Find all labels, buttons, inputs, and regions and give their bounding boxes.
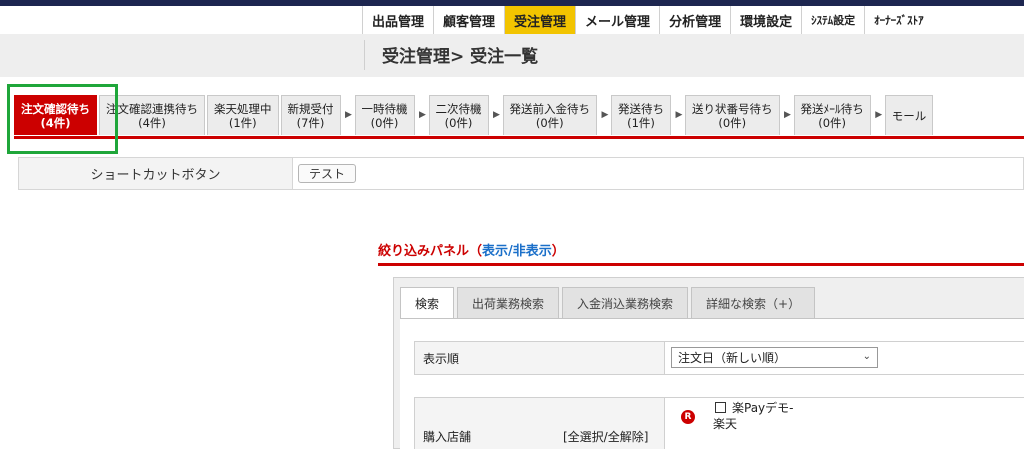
page-title: 受注管理> 受注一覧: [382, 47, 539, 67]
arrow-right-icon: ▶: [875, 110, 883, 120]
nav-item-owners-store[interactable]: ｵｰﾅｰｽﾞｽﾄｱ: [864, 6, 933, 34]
sort-select[interactable]: 注文日（新しい順） ⌄: [671, 347, 878, 368]
rakuten-badge-icon: R: [681, 410, 695, 424]
tab-label: 発送ﾒｰﾙ待ち: [800, 101, 864, 116]
tab-count: (0件): [818, 115, 847, 130]
arrow-right-icon: ▶: [345, 110, 352, 120]
nav-item-customers[interactable]: 顧客管理: [433, 6, 505, 34]
tab-tracking-number-waiting[interactable]: 送り状番号待ち (0件): [685, 95, 780, 135]
tab-payment-search[interactable]: 入金消込業務検索: [562, 287, 689, 318]
tab-search[interactable]: 検索: [400, 287, 455, 318]
filter-underline: [378, 263, 1024, 266]
tab-label: 二次待機: [435, 101, 482, 116]
sort-selected-value: 注文日（新しい順）: [678, 351, 787, 365]
store-name-line2: 楽天: [713, 417, 738, 431]
nav-item-system[interactable]: ｼｽﾃﾑ設定: [801, 6, 865, 34]
store-row: 購入店舗 [全選択/全解除] R 楽Payデモ- 楽天: [414, 397, 1024, 449]
tab-temp-hold[interactable]: 一時待機 (0件): [354, 95, 415, 135]
store-label-cell: 購入店舗 [全選択/全解除]: [415, 398, 665, 449]
tab-label: 発送待ち: [618, 101, 664, 116]
tab-count: (0件): [718, 115, 747, 130]
tab-prepayment-waiting[interactable]: 発送前入金待ち (0件): [502, 95, 597, 135]
nav-item-analytics[interactable]: 分析管理: [659, 6, 731, 34]
tab-count: (7件): [296, 115, 325, 130]
tab-count: (4件): [138, 115, 166, 130]
tab-shipping-mail-waiting[interactable]: 発送ﾒｰﾙ待ち (0件): [793, 95, 871, 135]
arrow-right-icon: ▶: [493, 110, 500, 120]
shortcut-row: ショートカットボタン テスト: [18, 157, 1024, 190]
tabs-underline: [14, 136, 1024, 139]
arrow-right-icon: ▶: [419, 110, 426, 120]
tab-count: (1件): [228, 115, 257, 130]
tab-shipping-waiting[interactable]: 発送待ち (1件): [611, 95, 671, 135]
tab-label: 一時待機: [361, 101, 408, 116]
search-panel: 検索 出荷業務検索 入金消込業務検索 詳細な検索（+） 表示順 注文日（新しい順…: [393, 277, 1024, 449]
nav-item-mail[interactable]: メール管理: [575, 6, 660, 34]
panel-tabs: 検索 出荷業務検索 入金消込業務検索 詳細な検索（+）: [400, 287, 818, 318]
store-checkbox[interactable]: [715, 402, 726, 413]
tab-label: 楽天処理中: [214, 101, 272, 116]
tab-label: 注文確認連携待ち: [106, 101, 198, 116]
filter-title-text: 絞り込みパネル（: [378, 244, 483, 259]
nav-item-listing[interactable]: 出品管理: [362, 6, 434, 34]
tab-count: (0件): [444, 115, 473, 130]
select-all-link[interactable]: [全選択/全解除]: [563, 428, 648, 445]
filter-title-close: ）: [551, 244, 565, 259]
tab-count: (0件): [370, 115, 399, 130]
status-tabs: 注文確認待ち (4件) 注文確認連携待ち (4件) 楽天処理中 (1件) 新規受…: [14, 93, 935, 135]
tab-label: 送り状番号待ち: [692, 101, 773, 116]
tab-mall[interactable]: モール: [884, 95, 934, 135]
arrow-right-icon: ▶: [784, 110, 791, 120]
filter-hide-link[interactable]: 非表示: [513, 244, 552, 259]
highlight-box: [7, 84, 118, 154]
shortcut-label: ショートカットボタン: [19, 158, 293, 189]
filter-show-link[interactable]: 表示: [482, 244, 508, 259]
title-divider: [364, 40, 365, 70]
store-label: 購入店舗: [423, 430, 472, 444]
nav-item-orders[interactable]: 受注管理: [504, 6, 576, 34]
chevron-down-icon: ⌄: [862, 351, 871, 362]
panel-body: 表示順 注文日（新しい順） ⌄ 購入店舗 [全選択/全解除] R 楽Payデモ-…: [400, 318, 1024, 449]
tab-count: (0件): [535, 115, 564, 130]
nav-item-environment[interactable]: 環境設定: [730, 6, 802, 34]
sort-label: 表示順: [415, 342, 665, 374]
tab-count: (1件): [627, 115, 655, 130]
tab-secondary-hold[interactable]: 二次待機 (0件): [428, 95, 489, 135]
tab-rakuten-processing[interactable]: 楽天処理中 (1件): [207, 95, 279, 135]
tab-new-orders[interactable]: 新規受付 (7件): [280, 95, 341, 135]
arrow-right-icon: ▶: [601, 110, 609, 120]
tab-label: 新規受付: [287, 101, 334, 116]
arrow-right-icon: ▶: [675, 110, 683, 120]
main-nav: 出品管理 顧客管理 受注管理 メール管理 分析管理 環境設定 ｼｽﾃﾑ設定 ｵｰ…: [362, 6, 933, 34]
sort-row: 表示順 注文日（新しい順） ⌄: [414, 341, 1024, 375]
tab-shipping-search[interactable]: 出荷業務検索: [457, 287, 560, 318]
store-name-line1: 楽Payデモ-: [732, 401, 794, 415]
filter-panel-title: 絞り込みパネル（表示/非表示）: [378, 240, 565, 259]
tab-label: モール: [891, 108, 927, 123]
test-button[interactable]: テスト: [298, 164, 357, 183]
tab-label: 発送前入金待ち: [509, 101, 591, 116]
tab-advanced-search[interactable]: 詳細な検索（+）: [691, 287, 816, 318]
